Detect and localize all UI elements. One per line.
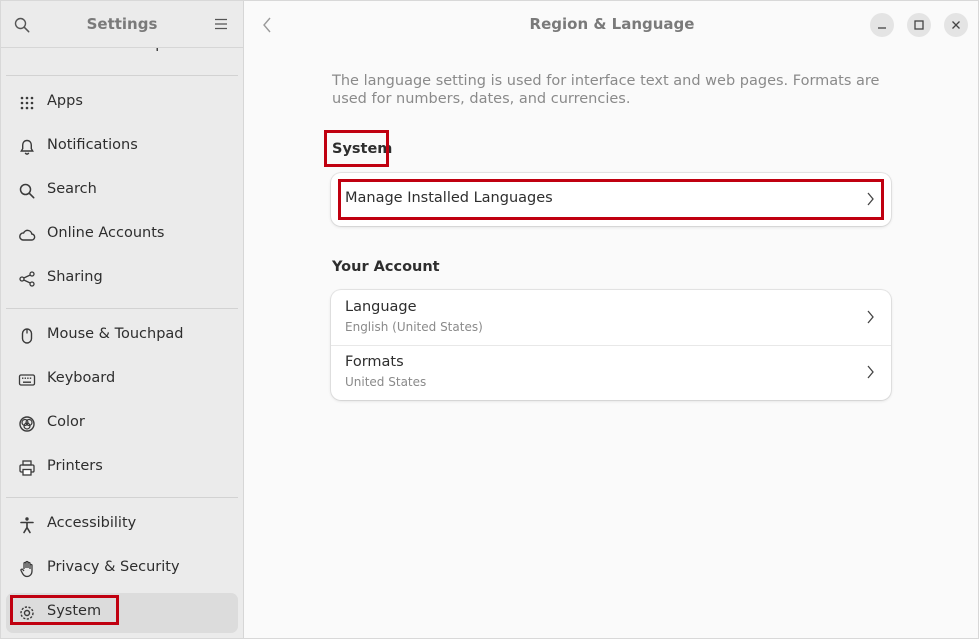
chevron-right-icon <box>867 365 874 379</box>
sidebar-item-sharing[interactable]: Sharing <box>6 259 238 299</box>
formats-row[interactable]: Formats United States <box>331 345 891 400</box>
section-title-system: System <box>332 141 393 157</box>
sidebar-item-online-accounts[interactable]: Online Accounts <box>6 215 238 255</box>
sidebar-item-notifications[interactable]: Notifications <box>6 127 238 167</box>
cloud-icon <box>18 226 36 244</box>
main-panel: Region & Language The language setting i… <box>244 1 978 638</box>
sidebar-item-search[interactable]: Search <box>6 171 238 211</box>
search-icon <box>18 182 36 200</box>
sidebar-item-label: Color <box>47 414 85 430</box>
sidebar-item-system[interactable]: System <box>6 593 238 633</box>
bell-icon <box>18 138 36 156</box>
share-icon <box>18 270 36 288</box>
sidebar-item-apps[interactable]: Apps <box>6 83 238 123</box>
sidebar-item-label: Online Accounts <box>47 225 165 241</box>
sidebar-item-label: Accessibility <box>47 515 137 531</box>
gear-icon <box>18 604 36 622</box>
sidebar-item-label: Sharing <box>47 269 103 285</box>
sidebar-list: Ubuntu Desktop Apps Notifications <box>1 1 243 638</box>
sidebar-item-accessibility[interactable]: Accessibility <box>6 505 238 545</box>
sidebar-item-label: Mouse & Touchpad <box>47 326 184 342</box>
row-label: Manage Installed Languages <box>345 190 553 206</box>
keyboard-icon <box>18 371 36 389</box>
sidebar-title: Settings <box>86 15 158 33</box>
sidebar-divider <box>6 75 238 76</box>
minimize-button[interactable] <box>870 13 894 37</box>
sidebar-item-label: Keyboard <box>47 370 116 386</box>
sidebar-item-label: System <box>47 603 102 619</box>
sidebar-item-privacy-security[interactable]: Privacy & Security <box>6 549 238 589</box>
sidebar-item-mouse-touchpad[interactable]: Mouse & Touchpad <box>6 316 238 356</box>
sidebar-divider <box>6 497 238 498</box>
row-value: United States <box>345 375 427 389</box>
system-card: Manage Installed Languages <box>331 173 891 226</box>
hamburger-menu-icon[interactable] <box>213 16 229 32</box>
mouse-icon <box>18 327 36 345</box>
close-button[interactable] <box>944 13 968 37</box>
manage-installed-languages-row[interactable]: Manage Installed Languages <box>331 173 891 226</box>
sidebar-item-printers[interactable]: Printers <box>6 448 238 488</box>
account-card: Language English (United States) Formats… <box>331 290 891 400</box>
page-title: Region & Language <box>529 15 695 33</box>
sidebar-header: Settings <box>1 1 243 48</box>
sidebar-item-color[interactable]: Color <box>6 404 238 444</box>
page-description: The language setting is used for interfa… <box>332 73 880 107</box>
sidebar-item-label: Search <box>47 181 97 197</box>
row-value: English (United States) <box>345 320 483 334</box>
row-label: Formats <box>345 354 404 370</box>
row-label: Language <box>345 299 417 315</box>
sidebar-item-label: Printers <box>47 458 103 474</box>
header-bar: Region & Language <box>244 1 978 48</box>
printer-icon <box>18 459 36 477</box>
sidebar-item-label: Apps <box>47 93 83 109</box>
close-icon <box>952 21 960 29</box>
section-title-your-account: Your Account <box>332 259 440 275</box>
sidebar-divider <box>6 308 238 309</box>
maximize-icon <box>914 20 924 30</box>
language-row[interactable]: Language English (United States) <box>331 290 891 345</box>
sidebar-item-label: Notifications <box>47 137 138 153</box>
sidebar-item-label: Privacy & Security <box>47 559 180 575</box>
minimize-icon <box>878 27 886 29</box>
settings-window: Ubuntu Desktop Apps Notifications <box>0 0 979 639</box>
hand-icon <box>18 560 36 578</box>
sidebar-item-keyboard[interactable]: Keyboard <box>6 360 238 400</box>
apps-grid-icon <box>18 94 36 112</box>
chevron-right-icon <box>867 310 874 324</box>
color-icon <box>18 415 36 433</box>
accessibility-icon <box>18 516 36 534</box>
maximize-button[interactable] <box>907 13 931 37</box>
sidebar: Ubuntu Desktop Apps Notifications <box>1 1 244 638</box>
chevron-right-icon <box>867 192 874 206</box>
